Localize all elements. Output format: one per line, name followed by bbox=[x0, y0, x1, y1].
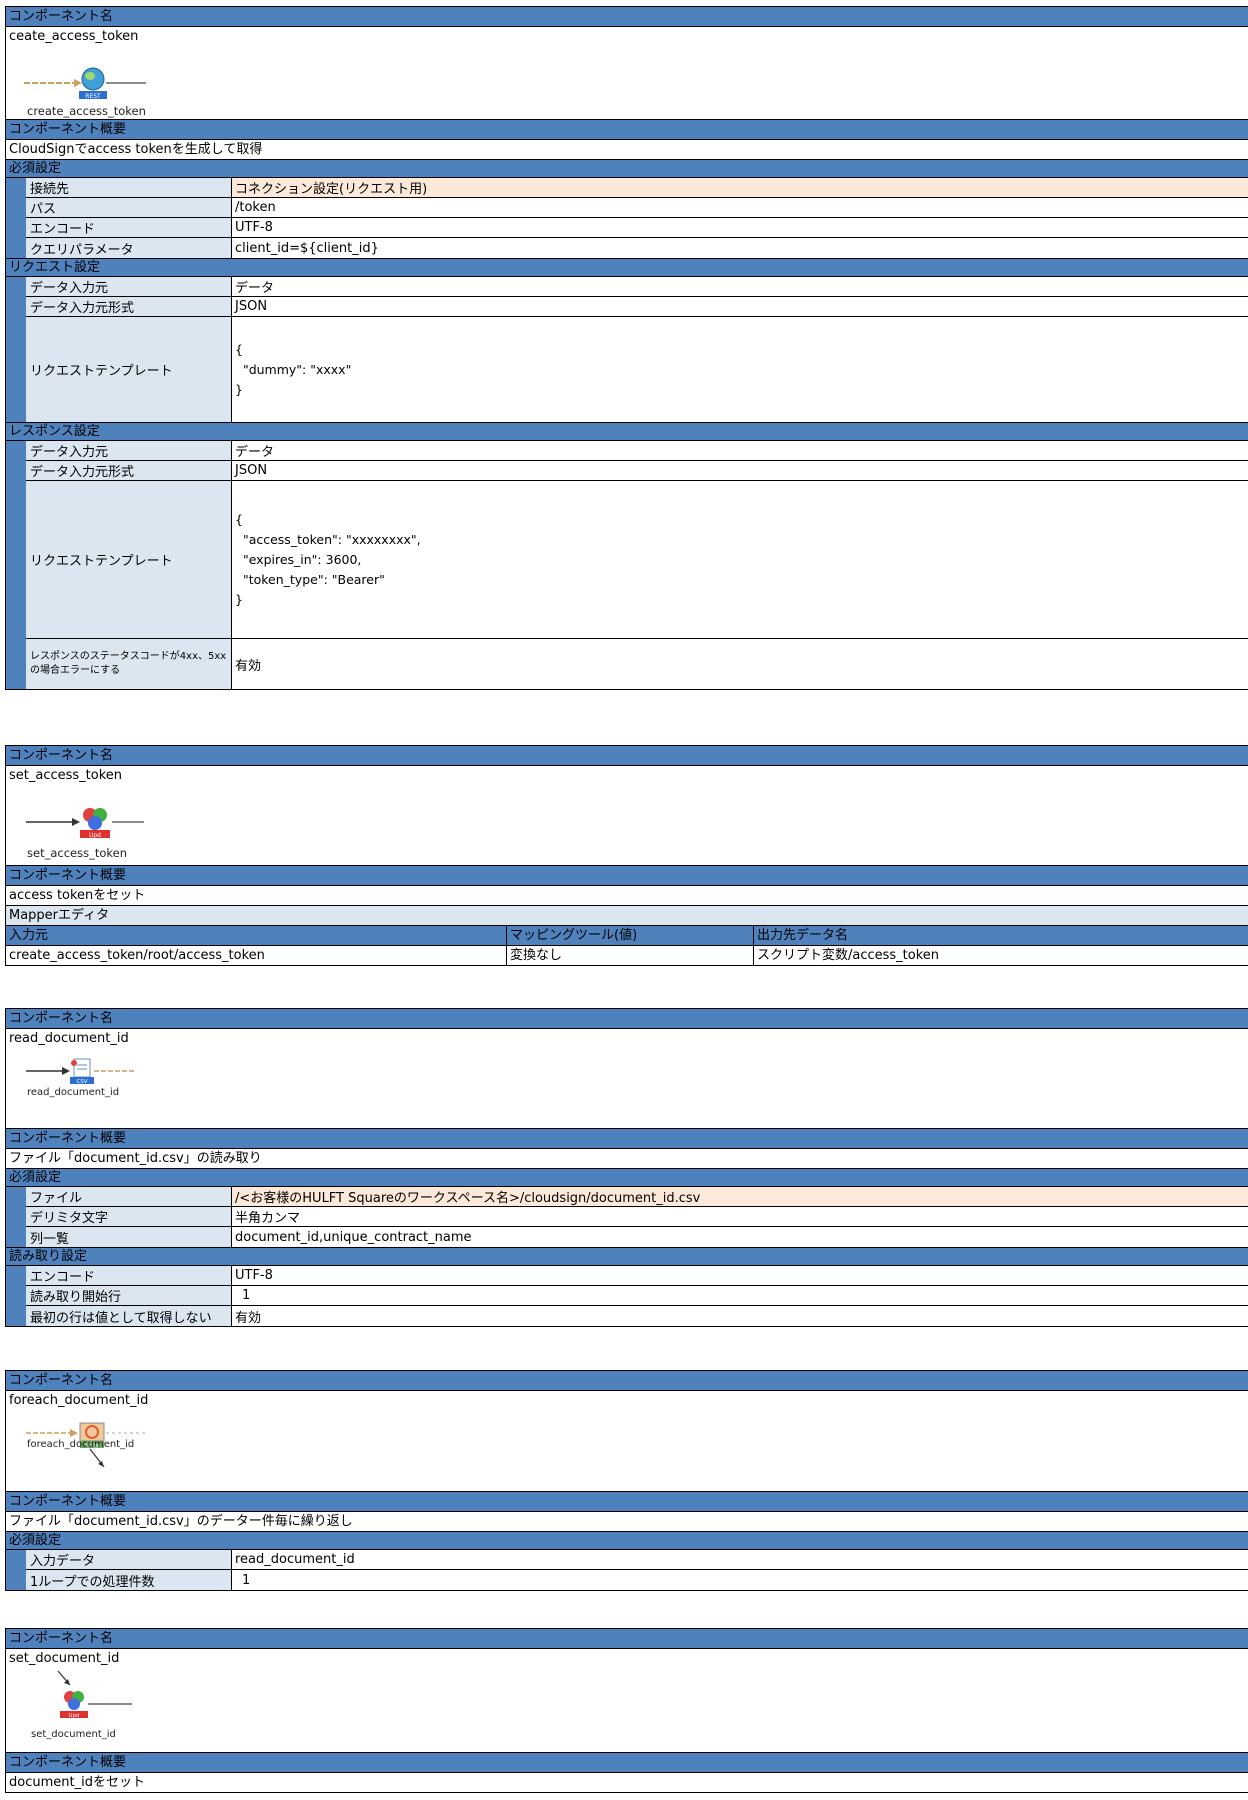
setting-row: デリミタ文字 半角カンマ bbox=[26, 1207, 1248, 1227]
setting-row: データ入力元形式 JSON bbox=[26, 297, 1248, 317]
setting-row: レスポンスのステータスコードが4xx、5xxの場合エラーにする 有効 bbox=[26, 639, 1248, 689]
component-icon-area: foreach_document_id Loop foreach_documen… bbox=[6, 1391, 1248, 1492]
component-block: コンポーネント名 set_document_id Upd set_documen… bbox=[5, 1628, 1248, 1793]
svg-text:Upd: Upd bbox=[68, 1713, 79, 1719]
icon-caption: create_access_token bbox=[27, 104, 146, 118]
request-settings-header: リクエスト設定 bbox=[6, 259, 1248, 277]
setting-row: 読み取り開始行 1 bbox=[26, 1286, 1248, 1306]
setting-row: エンコード UTF-8 bbox=[26, 1266, 1248, 1286]
component-icon-area: read_document_id CSV read_document_id bbox=[6, 1029, 1248, 1129]
setting-row: 最初の行は値として取得しない 有効 bbox=[26, 1306, 1248, 1326]
component-block: コンポーネント名 read_document_id CSV read_docum… bbox=[5, 1008, 1248, 1327]
setting-row: データ入力元形式 JSON bbox=[26, 461, 1248, 481]
component-name: read_document_id bbox=[9, 1031, 129, 1046]
mapper-icon[interactable]: Upd bbox=[22, 790, 152, 840]
component-icon-area: ceate_access_token REST create_access_to… bbox=[6, 27, 1248, 120]
icon-caption: read_document_id bbox=[27, 1087, 120, 1098]
component-name: ceate_access_token bbox=[9, 29, 139, 44]
icon-caption: set_access_token bbox=[27, 846, 127, 860]
component-summary: CloudSignでaccess tokenを生成して取得 bbox=[6, 140, 1248, 160]
icon-caption: set_document_id bbox=[31, 1729, 116, 1740]
mapper-header-row: 入力元 マッピングツール(値) 出力先データ名 bbox=[6, 926, 1248, 946]
setting-row: 列一覧 document_id,unique_contract_name bbox=[26, 1227, 1248, 1247]
setting-row: 入力データ read_document_id bbox=[26, 1550, 1248, 1570]
required-settings: 入力データ read_document_id 1ループでの処理件数 1 bbox=[6, 1550, 1248, 1591]
setting-row: データ入力元 データ bbox=[26, 441, 1248, 461]
svg-text:Upd: Upd bbox=[89, 832, 101, 839]
component-summary: document_idをセット bbox=[6, 1773, 1248, 1793]
setting-row: リクエストテンプレート{ "access_token": "xxxxxxxx",… bbox=[26, 481, 1248, 639]
component-name-header: コンポーネント名 bbox=[6, 7, 1248, 27]
read-settings-header: 読み取り設定 bbox=[6, 1248, 1248, 1266]
response-settings: データ入力元 データ データ入力元形式 JSON リクエストテンプレート{ "acc… bbox=[6, 441, 1248, 690]
component-block: コンポーネント名 foreach_document_id Loop foreac… bbox=[5, 1370, 1248, 1591]
component-name-header: コンポーネント名 bbox=[6, 1629, 1248, 1649]
component-summary: ファイル「document_id.csv」の読み取り bbox=[6, 1149, 1248, 1169]
component-name-header: コンポーネント名 bbox=[6, 1009, 1248, 1029]
spreadsheet: コンポーネント名 ceate_access_token REST create_… bbox=[0, 0, 1248, 1800]
component-summary: access tokenをセット bbox=[6, 886, 1248, 906]
setting-row: パス/token bbox=[26, 198, 1248, 218]
component-block: コンポーネント名 set_access_token Upd set_access… bbox=[5, 745, 1248, 966]
component-summary-header: コンポーネント概要 bbox=[6, 1492, 1248, 1512]
setting-row: リクエストテンプレート{ "dummy": "xxxx" } bbox=[26, 317, 1248, 422]
required-settings-header: 必須設定 bbox=[6, 1169, 1248, 1187]
component-summary-header: コンポーネント概要 bbox=[6, 1753, 1248, 1773]
request-settings: データ入力元 データ データ入力元形式 JSON リクエストテンプレート{ "dum… bbox=[6, 277, 1248, 423]
setting-row: クエリパラメータ client_id=${client_id} bbox=[26, 238, 1248, 258]
required-settings-header: 必須設定 bbox=[6, 160, 1248, 178]
component-icon-area: set_access_token Upd set_access_token bbox=[6, 766, 1248, 866]
component-name-header: コンポーネント名 bbox=[6, 746, 1248, 766]
response-settings-header: レスポンス設定 bbox=[6, 423, 1248, 441]
component-name: set_access_token bbox=[9, 768, 123, 783]
component-block: コンポーネント名 ceate_access_token REST create_… bbox=[5, 6, 1248, 690]
component-name: set_document_id bbox=[9, 1651, 120, 1666]
setting-row: データ入力元 データ bbox=[26, 277, 1248, 297]
required-settings: ファイル/<お客様のHULFT Squareのワークスペース名>/cloudsi… bbox=[6, 1187, 1248, 1248]
svg-text:CSV: CSV bbox=[76, 1079, 87, 1085]
rest-globe-icon[interactable]: REST bbox=[20, 51, 150, 101]
setting-row: 1ループでの処理件数 1 bbox=[26, 1570, 1248, 1590]
setting-row: エンコード UTF-8 bbox=[26, 218, 1248, 238]
svg-text:REST: REST bbox=[85, 93, 101, 100]
required-settings: 接続先 コネクション設定(リクエスト用) パス/token エンコード UTF-8 … bbox=[6, 178, 1248, 259]
component-summary-header: コンポーネント概要 bbox=[6, 866, 1248, 886]
request-template: { "dummy": "xxxx" } bbox=[235, 341, 352, 397]
component-name: foreach_document_id bbox=[9, 1393, 149, 1408]
component-icon-area: set_document_id Upd set_document_id bbox=[6, 1649, 1248, 1753]
mapper-row[interactable]: create_access_token/root/access_token 変換… bbox=[6, 946, 1248, 966]
mapper-icon[interactable]: Upd bbox=[46, 1669, 146, 1725]
component-summary-header: コンポーネント概要 bbox=[6, 120, 1248, 140]
mapper-editor-title: Mapperエディタ bbox=[6, 906, 1248, 926]
icon-caption: foreach_document_id bbox=[27, 1439, 135, 1450]
setting-row: ファイル/<お客様のHULFT Squareのワークスペース名>/cloudsi… bbox=[26, 1187, 1248, 1207]
component-summary: ファイル「document_id.csv」のデーター件毎に繰り返し bbox=[6, 1512, 1248, 1532]
required-settings-header: 必須設定 bbox=[6, 1532, 1248, 1550]
response-template: { "access_token": "xxxxxxxx", "expires_i… bbox=[235, 511, 421, 607]
component-name-header: コンポーネント名 bbox=[6, 1371, 1248, 1391]
setting-row: 接続先 コネクション設定(リクエスト用) bbox=[26, 178, 1248, 198]
read-settings: エンコード UTF-8 読み取り開始行 1 最初の行は値として取得しない 有効 bbox=[6, 1266, 1248, 1327]
component-summary-header: コンポーネント概要 bbox=[6, 1129, 1248, 1149]
